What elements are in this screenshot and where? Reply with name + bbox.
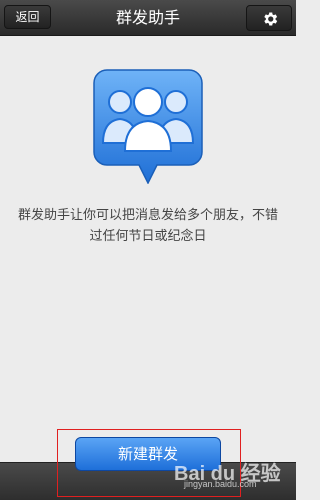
back-button[interactable]: 返回 <box>4 5 51 29</box>
gear-icon <box>264 12 278 26</box>
title-bar: 返回 群发助手 <box>0 0 296 36</box>
watermark-url: jingyan.baidu.com <box>184 479 257 489</box>
description-text: 群发助手让你可以把消息发给多个朋友，不错过任何节日或纪念日 <box>17 208 278 244</box>
baidu-watermark: Bai du 经验 jingyan.baidu.com <box>170 457 282 493</box>
settings-button[interactable] <box>246 5 292 31</box>
page-title: 群发助手 <box>115 8 180 27</box>
group-contacts-bubble-icon <box>93 69 203 184</box>
